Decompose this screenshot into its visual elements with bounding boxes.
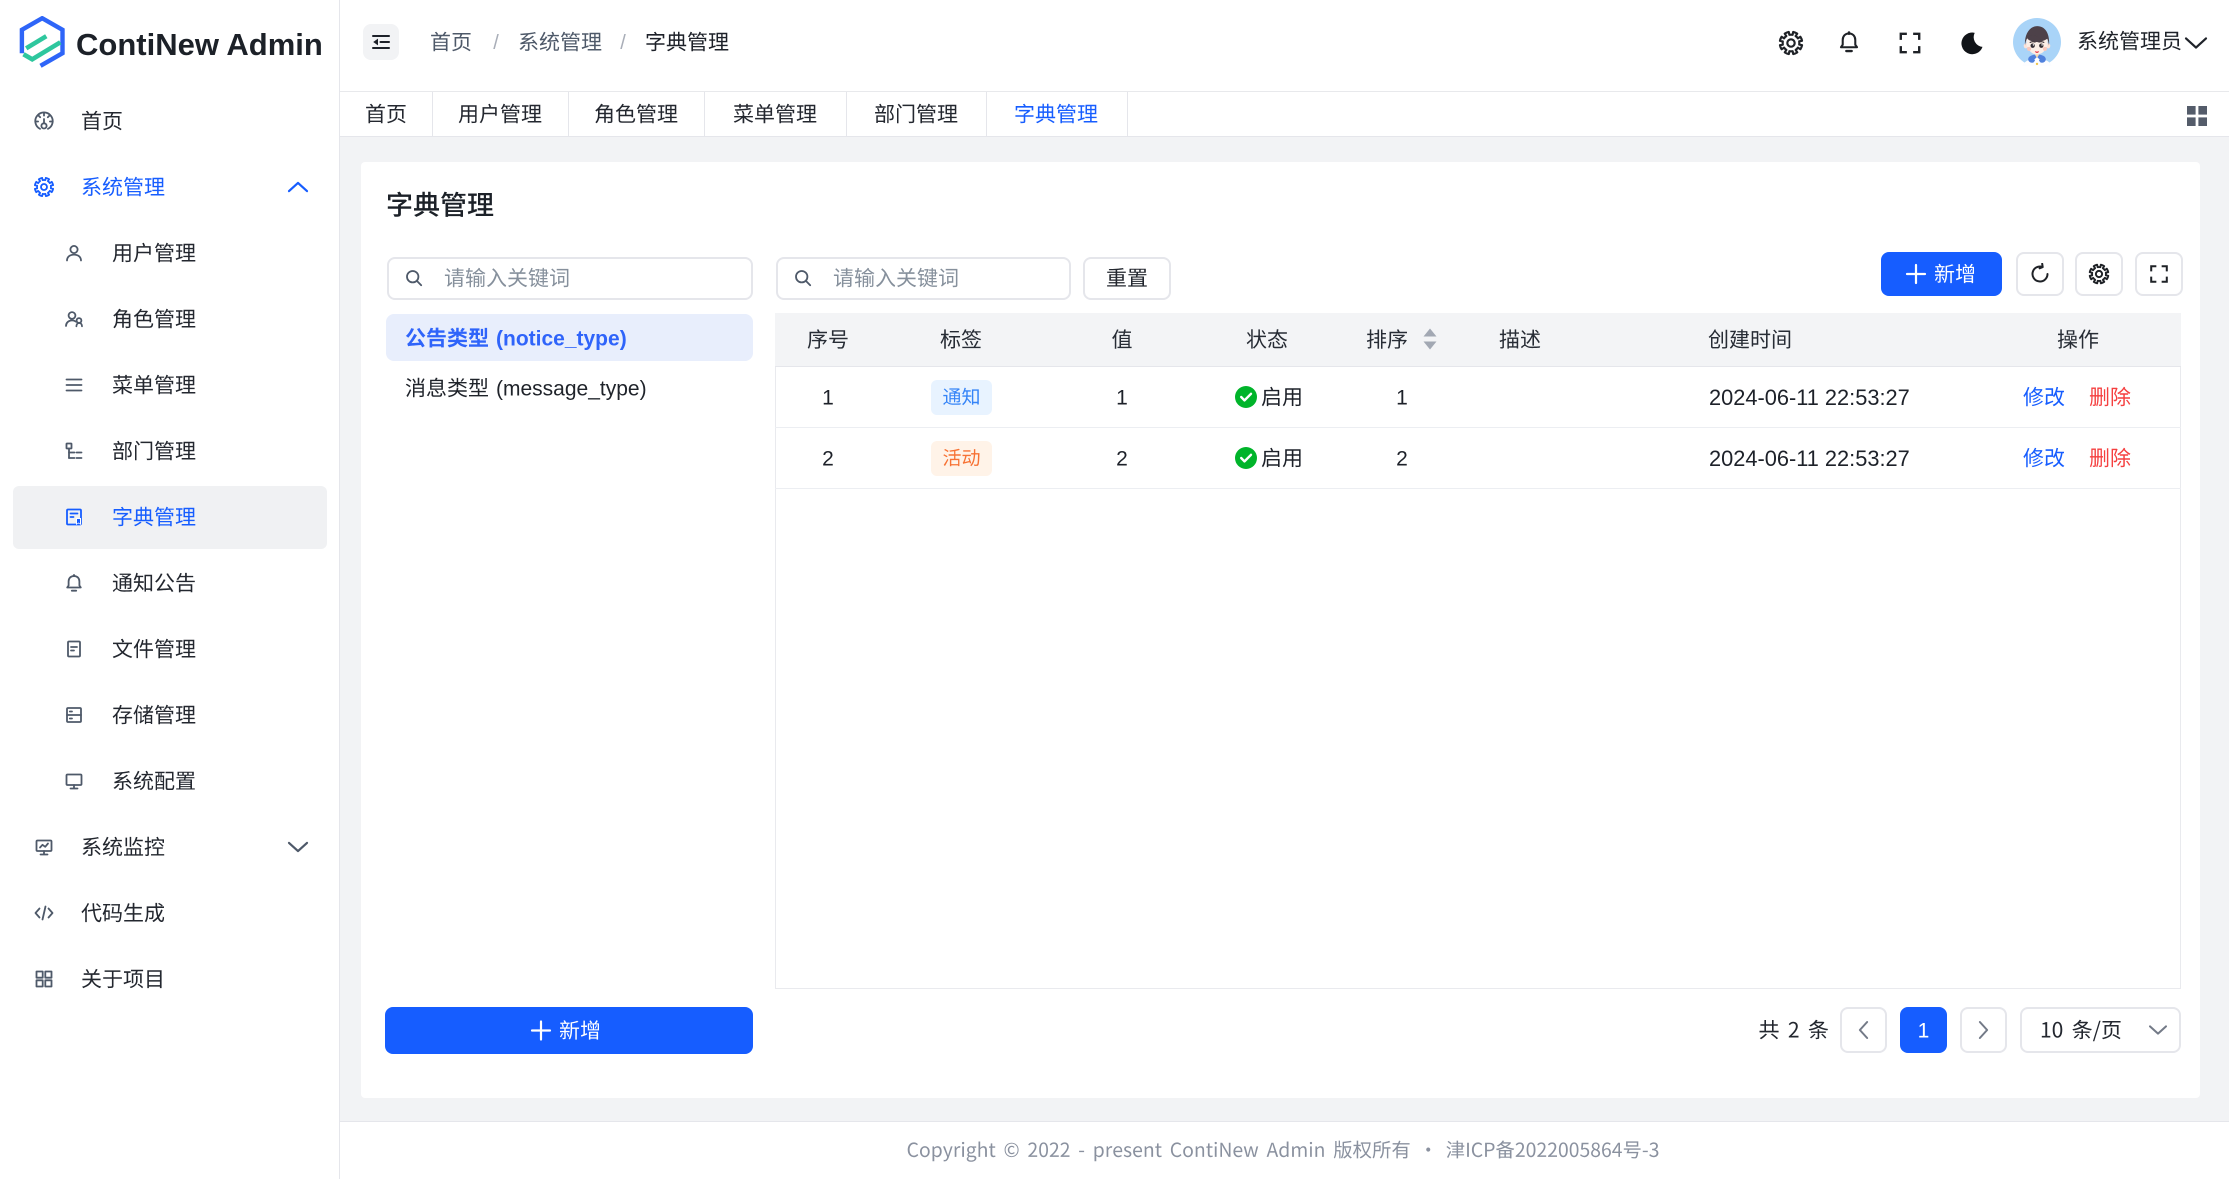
svg-text:2: 2 bbox=[1116, 448, 1128, 471]
svg-text:2024-06-11 22:53:27: 2024-06-11 22:53:27 bbox=[1709, 385, 1910, 410]
svg-text:(message_type): (message_type) bbox=[496, 378, 647, 401]
svg-text:/: / bbox=[493, 32, 499, 54]
svg-text:2: 2 bbox=[1396, 448, 1408, 471]
svg-text:/: / bbox=[620, 32, 626, 54]
svg-text:2: 2 bbox=[822, 448, 834, 471]
svg-text:2024-06-11 22:53:27: 2024-06-11 22:53:27 bbox=[1709, 446, 1910, 471]
svg-text:1: 1 bbox=[1396, 387, 1408, 410]
svg-text:1: 1 bbox=[1918, 1020, 1930, 1043]
svg-text:(notice_type): (notice_type) bbox=[496, 328, 627, 351]
svg-text:1: 1 bbox=[822, 387, 834, 410]
svg-text:1: 1 bbox=[1116, 387, 1128, 410]
svg-text:ContiNew Admin: ContiNew Admin bbox=[76, 27, 323, 62]
